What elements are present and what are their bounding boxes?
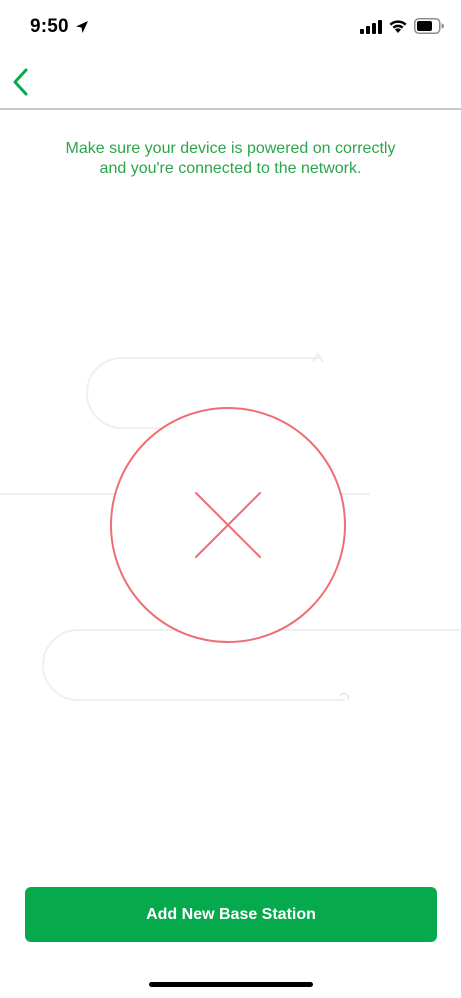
back-button[interactable]	[6, 62, 42, 102]
screen: 9:50 Make sure your device is powered on…	[0, 0, 461, 998]
chevron-left-icon	[13, 68, 28, 96]
wifi-icon	[389, 20, 407, 33]
home-indicator	[149, 982, 313, 987]
connection-failed-illustration	[0, 352, 461, 701]
location-arrow-icon	[76, 21, 88, 33]
nav-bar	[0, 56, 461, 110]
cellular-signal-icon	[360, 20, 382, 34]
add-new-base-station-button[interactable]: Add New Base Station	[25, 887, 437, 942]
battery-icon	[414, 18, 444, 34]
connection-help-message: Make sure your device is powered on corr…	[65, 140, 396, 177]
status-time: 9:50	[30, 16, 69, 37]
status-bar: 9:50	[0, 0, 461, 56]
